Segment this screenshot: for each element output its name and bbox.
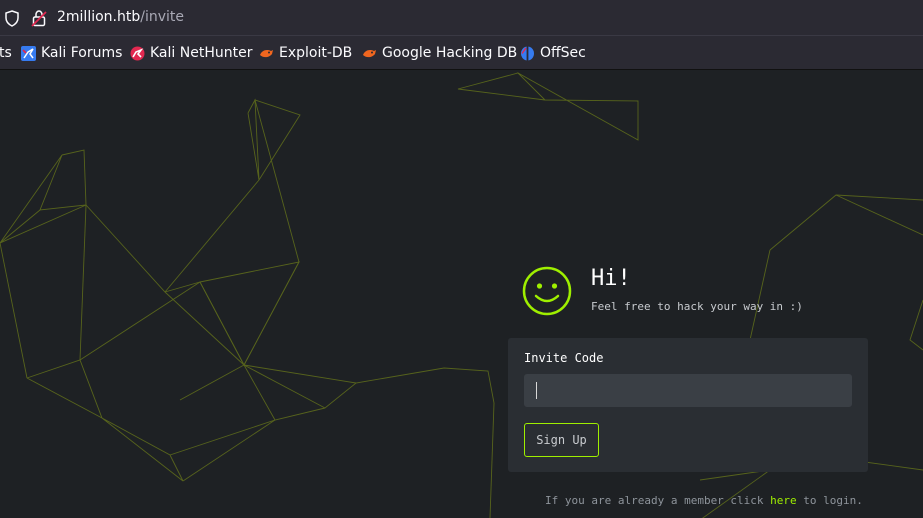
login-note-suffix: to login.: [803, 494, 863, 507]
greeting-heading: Hi!: [591, 266, 631, 291]
shield-icon[interactable]: [4, 10, 20, 27]
bookmark-label: Exploit-DB: [279, 45, 353, 61]
bookmark-google-hacking-db[interactable]: Google Hacking DB: [362, 36, 517, 70]
bookmark-label: Kali Forums: [41, 45, 123, 61]
address-bar[interactable]: 2million.htb/invite: [0, 0, 923, 36]
url-host: 2million.htb: [57, 9, 141, 25]
login-note: If you are already a member click here t…: [545, 494, 863, 507]
invite-code-input[interactable]: [524, 374, 852, 407]
smiley-icon: [522, 266, 572, 316]
insecure-lock-icon[interactable]: [31, 9, 47, 27]
bookmark-fragment[interactable]: ts: [0, 36, 12, 70]
text-caret: [536, 382, 537, 399]
login-note-prefix: If you are already a member click: [545, 494, 764, 507]
exploit-db-icon: [260, 49, 273, 57]
bookmark-kali-forums[interactable]: Kali Forums: [21, 36, 122, 70]
url-path: /invite: [140, 9, 185, 25]
invite-code-label: Invite Code: [524, 351, 604, 365]
bookmark-label: ts: [0, 45, 12, 61]
bookmark-label: OffSec: [540, 45, 586, 61]
bookmark-label: Google Hacking DB: [382, 45, 518, 61]
google-hacking-db-icon: [363, 49, 376, 57]
kali-forums-icon: [21, 45, 36, 61]
bookmark-label: Kali NetHunter: [150, 45, 253, 61]
offsec-icon: [521, 45, 534, 61]
login-link[interactable]: here: [770, 494, 797, 507]
tagline-text: Feel free to hack your way in :): [591, 300, 803, 313]
invite-page: Hi! Feel free to hack your way in :) Inv…: [0, 70, 923, 518]
invite-form-card: Invite Code Sign Up: [508, 338, 868, 472]
bookmark-exploit-db[interactable]: Exploit-DB: [259, 36, 352, 70]
sign-up-button[interactable]: Sign Up: [524, 423, 599, 457]
bookmark-offsec[interactable]: OffSec: [520, 36, 586, 70]
bookmarks-toolbar: ts Kali Forums Kali NetHunter Exploit-DB…: [0, 36, 923, 70]
kali-nethunter-icon: [130, 46, 145, 60]
url-text[interactable]: 2million.htb/invite: [57, 9, 184, 25]
bookmark-kali-nethunter[interactable]: Kali NetHunter: [130, 36, 252, 70]
